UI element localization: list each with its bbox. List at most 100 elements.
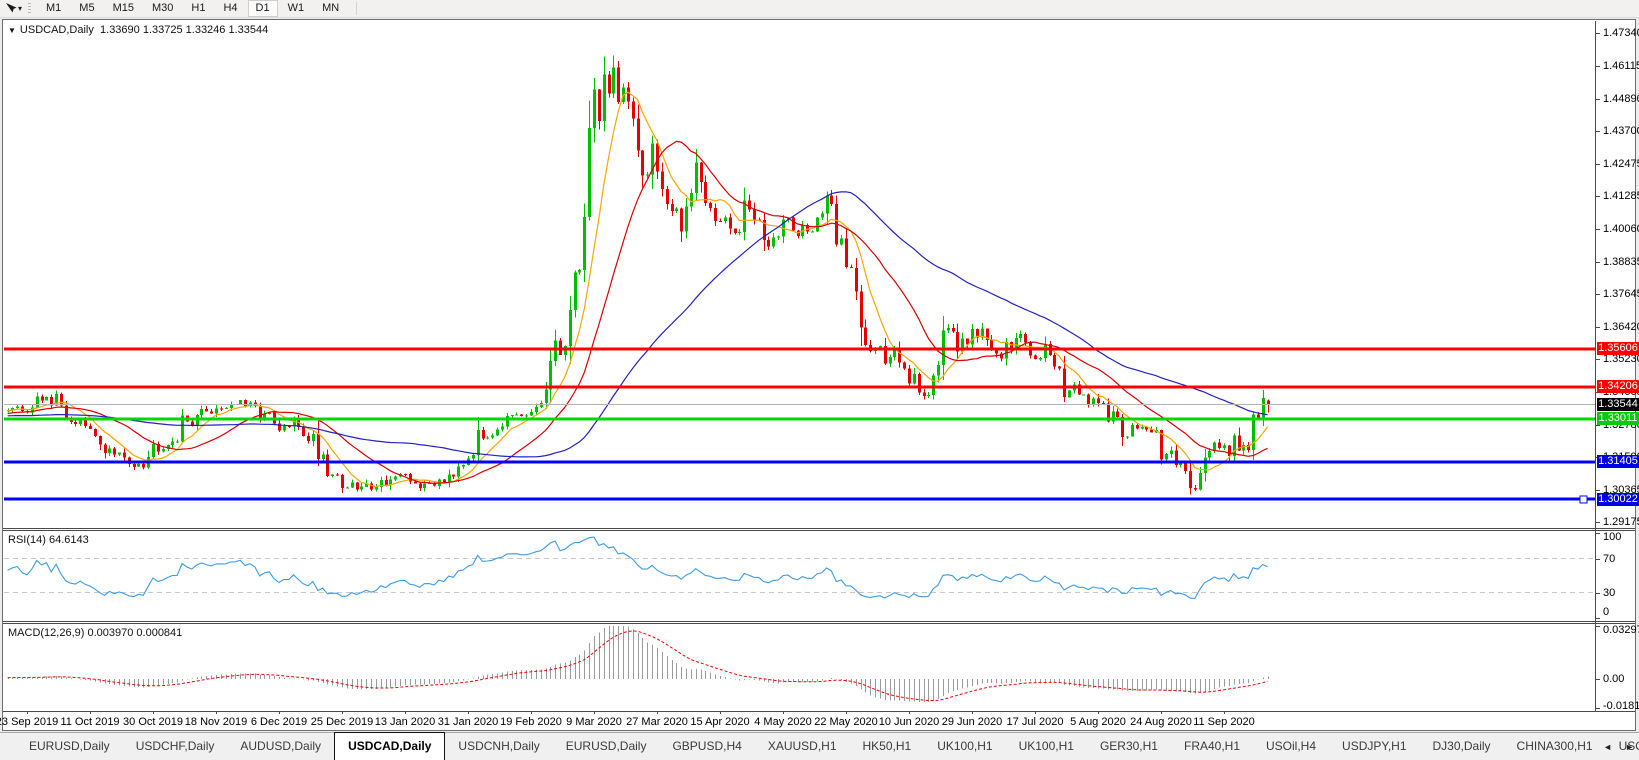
date-axis-label: 11 Sep 2020 — [1193, 716, 1255, 728]
rsi-axis-label: 30 — [1603, 587, 1615, 600]
tab-gbpusd-h4[interactable]: GBPUSD,H4 — [659, 733, 754, 760]
date-axis-label: 10 Jun 2020 — [879, 716, 940, 728]
chart-title: ▼ USDCAD,Daily 1.33690 1.33725 1.33246 1.… — [8, 24, 268, 36]
date-axis-tick — [1098, 711, 1099, 714]
tab-dj30-daily[interactable]: DJ30,Daily — [1420, 733, 1504, 760]
rsi-axis-tick — [1596, 618, 1600, 619]
date-axis-tick — [279, 711, 280, 714]
date-axis-tick — [216, 711, 217, 714]
timeframe-button-m1[interactable]: M1 — [38, 0, 69, 17]
date-axis-tick — [1035, 711, 1036, 714]
date-axis-tick — [594, 711, 595, 714]
date-axis-label: 13 Jan 2020 — [375, 716, 436, 728]
date-axis-tick — [1161, 711, 1162, 714]
scroll-left-icon[interactable]: ◄ — [1603, 742, 1612, 752]
tab-usdcnh-daily[interactable]: USDCNH,Daily — [445, 733, 552, 760]
timeframe-button-w1[interactable]: W1 — [280, 0, 313, 17]
rsi-chart-canvas[interactable] — [4, 531, 1595, 620]
tab-usdjpy-h1[interactable]: USDJPY,H1 — [1329, 733, 1419, 760]
macd-label: MACD(12,26,9) 0.003970 0.000841 — [8, 627, 182, 639]
price-axis-tick — [1596, 359, 1600, 360]
tab-hk50-h1[interactable]: HK50,H1 — [850, 733, 925, 760]
price-axis-tick — [1596, 164, 1600, 165]
tab-fra40-h1[interactable]: FRA40,H1 — [1171, 733, 1253, 760]
rsi-axis-label: 70 — [1603, 553, 1615, 566]
chart-tabs: EURUSD,DailyUSDCHF,DailyAUDUSD,DailyUSDC… — [0, 733, 1639, 760]
date-axis-label: 5 Aug 2020 — [1070, 716, 1126, 728]
tab-uk100-h1[interactable]: UK100,H1 — [924, 733, 1005, 760]
symbol-dropdown-icon[interactable]: ▼ — [8, 26, 16, 35]
tab-uk100-h1[interactable]: UK100,H1 — [1006, 733, 1087, 760]
date-axis-tick — [468, 711, 469, 714]
rsi-axis-tick — [1596, 533, 1600, 534]
date-axis-label: 15 Apr 2020 — [690, 716, 749, 728]
price-axis-tick — [1596, 262, 1600, 263]
timeframe-toolbar: ▾ M1M5M15M30H1H4D1W1MN — [0, 0, 1639, 18]
date-axis-tick — [657, 711, 658, 714]
price-line-badge: 1.33544 — [1597, 398, 1639, 411]
date-axis-label: 24 Aug 2020 — [1130, 716, 1192, 728]
chart-title-ohlc: 1.33690 1.33725 1.33246 1.33544 — [100, 24, 268, 36]
tab-eurusd-daily[interactable]: EURUSD,Daily — [553, 733, 660, 760]
price-line-badge: 1.31405 — [1597, 455, 1639, 468]
date-axis-label: 17 Jul 2020 — [1007, 716, 1064, 728]
chart-title-symbol: USDCAD,Daily — [20, 24, 94, 36]
date-axis-label: 9 Mar 2020 — [566, 716, 622, 728]
macd-axis-tick — [1596, 626, 1600, 627]
date-axis-label: 25 Dec 2019 — [311, 716, 373, 728]
price-axis-tick — [1596, 425, 1600, 426]
tab-usoil-h4[interactable]: USOil,H4 — [1253, 733, 1329, 760]
tab-china300-h1[interactable]: CHINA300,H1 — [1504, 733, 1606, 760]
pane-separator — [3, 528, 1635, 529]
rsi-label: RSI(14) 64.6143 — [8, 534, 89, 546]
tab-usdcad-daily[interactable]: USDCAD,Daily — [334, 732, 445, 760]
tab-usdchf-daily[interactable]: USDCHF,Daily — [123, 733, 228, 760]
date-axis-label: 30 Oct 2019 — [123, 716, 183, 728]
timeframe-button-m30[interactable]: M30 — [144, 0, 181, 17]
scroll-right-icon[interactable]: ► — [1625, 742, 1634, 752]
macd-chart-canvas[interactable] — [4, 624, 1595, 710]
date-axis-tick — [342, 711, 343, 714]
macd-axis-tick — [1596, 708, 1600, 709]
cursor-tool-icon[interactable] — [4, 2, 17, 15]
price-axis-label: 1.41285 — [1603, 190, 1639, 203]
price-axis-tick — [1596, 131, 1600, 132]
rsi-axis-tick — [1596, 559, 1600, 560]
date-axis-label: 19 Feb 2020 — [500, 716, 562, 728]
date-axis-tick — [153, 711, 154, 714]
time-axis-line — [3, 711, 1635, 712]
timeframe-button-d1[interactable]: D1 — [248, 0, 278, 17]
price-chart-canvas[interactable] — [4, 21, 1595, 527]
timeframe-button-h4[interactable]: H4 — [215, 0, 245, 17]
tab-audusd-daily[interactable]: AUDUSD,Daily — [227, 733, 334, 760]
tab-eurusd-daily[interactable]: EURUSD,Daily — [16, 733, 123, 760]
price-axis-tick — [1596, 522, 1600, 523]
price-line-badge: 1.34206 — [1597, 380, 1639, 393]
pane-separator — [3, 530, 1635, 531]
price-axis-tick — [1596, 490, 1600, 491]
price-axis-label: 1.36420 — [1603, 321, 1639, 334]
date-axis-label: 23 Sep 2019 — [0, 716, 58, 728]
date-axis-label: 31 Jan 2020 — [438, 716, 499, 728]
price-axis-tick — [1596, 294, 1600, 295]
date-axis-tick — [909, 711, 910, 714]
pane-separator — [3, 623, 1635, 624]
timeframe-button-m5[interactable]: M5 — [71, 0, 102, 17]
price-axis-tick — [1596, 196, 1600, 197]
price-axis-label: 1.42475 — [1603, 158, 1639, 171]
timeframe-button-h1[interactable]: H1 — [183, 0, 213, 17]
tab-ger30-h1[interactable]: GER30,H1 — [1087, 733, 1171, 760]
timeframe-button-mn[interactable]: MN — [314, 0, 347, 17]
date-axis-tick — [783, 711, 784, 714]
date-axis-label: 18 Nov 2019 — [185, 716, 247, 728]
toolbar-divider — [356, 2, 357, 15]
price-line-badge: 1.35606 — [1597, 342, 1639, 355]
price-axis-label: 1.29175 — [1603, 516, 1639, 529]
price-axis-label: 1.43700 — [1603, 125, 1639, 138]
chevron-down-icon[interactable]: ▾ — [18, 4, 22, 13]
tab-xauusd-h1[interactable]: XAUUSD,H1 — [755, 733, 850, 760]
timeframe-button-m15[interactable]: M15 — [105, 0, 142, 17]
date-axis-tick — [846, 711, 847, 714]
date-axis-label: 22 May 2020 — [814, 716, 878, 728]
price-axis-line — [1595, 21, 1596, 711]
